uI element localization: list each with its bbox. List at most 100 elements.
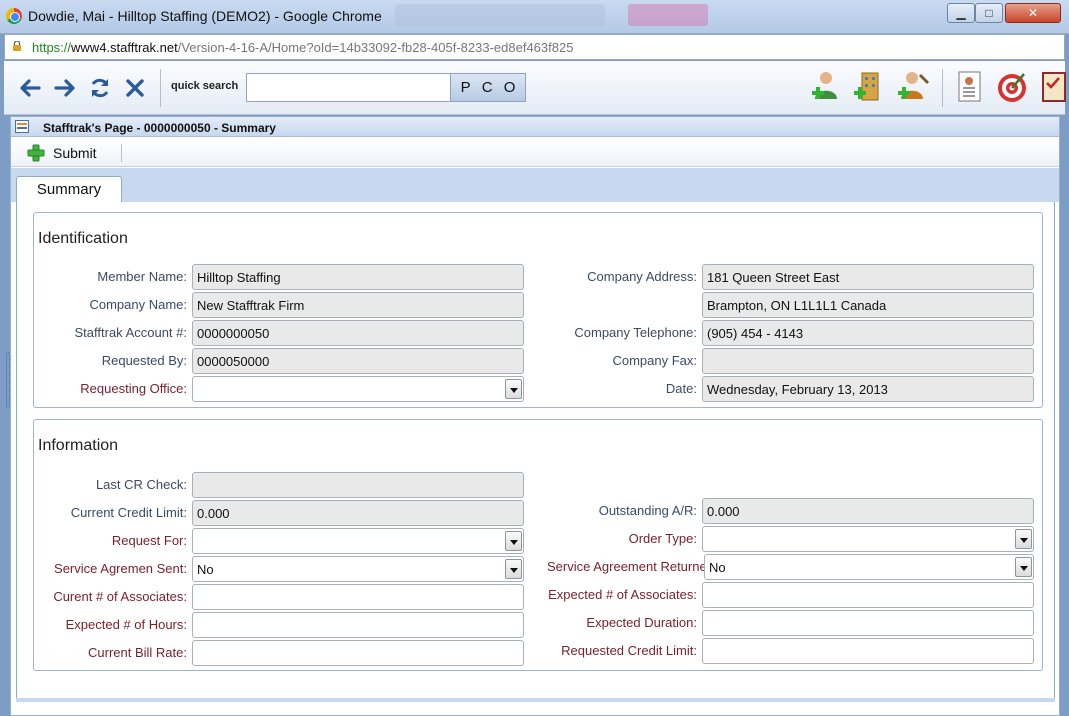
chevron-down-icon[interactable] xyxy=(1015,529,1032,549)
submit-button[interactable]: Submit xyxy=(27,142,97,164)
url-scheme: https:// xyxy=(32,40,72,55)
quick-search-label: quick search xyxy=(171,80,239,92)
company-address-label: Company Address: xyxy=(587,269,697,284)
address-bar[interactable]: https://www4.stafftrak.net/Version-4-16-… xyxy=(4,34,1065,60)
account-label: Stafftrak Account #: xyxy=(74,325,188,340)
expected-associates-label: Expected # of Associates: xyxy=(548,587,697,602)
member-name-row: Member Name: Hilltop Staffing Company Ad… xyxy=(34,264,1042,290)
order-type-select[interactable] xyxy=(702,526,1034,552)
background-window-tab xyxy=(395,4,605,26)
company-name-field[interactable]: New Stafftrak Firm xyxy=(192,292,524,318)
command-separator xyxy=(121,144,122,162)
member-name-label: Member Name: xyxy=(97,269,187,284)
page-title: Stafftrak's Page - 0000000050 - Summary xyxy=(43,121,276,135)
quick-search-input[interactable] xyxy=(246,73,452,102)
tab-body: Identification Member Name: Hilltop Staf… xyxy=(16,202,1055,698)
expected-duration-input[interactable] xyxy=(702,610,1034,636)
requested-credit-limit-input[interactable] xyxy=(702,638,1034,664)
url-text[interactable]: https://www4.stafftrak.net/Version-4-16-… xyxy=(32,40,573,55)
resize-handle[interactable] xyxy=(6,352,10,408)
company-fax-label: Company Fax: xyxy=(612,353,697,368)
add-worker-icon[interactable] xyxy=(894,69,930,105)
page-frame: Stafftrak's Page - 0000000050 - Summary … xyxy=(10,116,1060,716)
tab-summary[interactable]: Summary xyxy=(16,176,122,203)
company-telephone-field[interactable]: (905) 454 - 4143 xyxy=(702,320,1034,346)
url-host: www4.stafftrak.net xyxy=(71,40,178,55)
expected-associates-row: Expected # of Associates: xyxy=(34,582,1042,608)
page-header: Stafftrak's Page - 0000000050 - Summary xyxy=(11,117,1059,137)
quick-search-p-button[interactable]: P xyxy=(461,79,471,96)
expected-duration-label: Expected Duration: xyxy=(586,615,697,630)
plus-icon xyxy=(27,144,45,162)
requested-by-label: Requested By: xyxy=(101,353,187,368)
outstanding-ar-label: Outstanding A/R: xyxy=(598,503,697,518)
command-bar: Submit xyxy=(11,138,1059,167)
company-telephone-label: Company Telephone: xyxy=(574,325,697,340)
company-address-line2-field[interactable]: Brampton, ON L1L1L1 Canada xyxy=(702,292,1034,318)
date-field[interactable]: Wednesday, February 13, 2013 xyxy=(702,376,1034,402)
forward-arrow-icon[interactable] xyxy=(52,76,78,100)
requesting-office-select[interactable] xyxy=(192,376,524,402)
date-label: Date: xyxy=(665,381,697,396)
toolbar-separator xyxy=(160,69,161,107)
refresh-icon[interactable] xyxy=(87,76,113,100)
requested-credit-limit-row: Requested Credit Limit: xyxy=(34,638,1042,664)
account-field[interactable]: 0000000050 xyxy=(192,320,524,346)
outstanding-ar-row: Outstanding A/R: 0.000 xyxy=(34,498,1042,524)
add-building-icon[interactable] xyxy=(850,69,886,105)
page-icon xyxy=(15,120,29,133)
outstanding-ar-field[interactable]: 0.000 xyxy=(702,498,1034,524)
account-row: Stafftrak Account #: 0000000050 Company … xyxy=(34,320,1042,346)
window-titlebar: Dowdie, Mai - Hilltop Staffing (DEMO2) -… xyxy=(0,0,1069,34)
chevron-down-icon[interactable] xyxy=(1015,557,1032,577)
service-agreement-returned-select[interactable]: No xyxy=(704,554,1034,580)
tab-strip: Summary xyxy=(11,168,1059,203)
member-name-field[interactable]: Hilltop Staffing xyxy=(192,264,524,290)
last-cr-check-field[interactable] xyxy=(192,472,524,498)
identification-section: Identification Member Name: Hilltop Staf… xyxy=(33,212,1043,408)
information-section: Information Last CR Check: Current Credi… xyxy=(33,419,1043,671)
identification-title: Identification xyxy=(38,230,128,247)
target-icon[interactable] xyxy=(994,69,1030,105)
quick-search-buttons: P C O xyxy=(450,73,526,102)
last-cr-check-row: Last CR Check: xyxy=(34,472,1042,498)
quick-search-c-button[interactable]: C xyxy=(482,79,493,96)
order-type-row: Order Type: xyxy=(34,526,1042,552)
company-address-line1-field[interactable]: 181 Queen Street East xyxy=(702,264,1034,290)
add-person-icon[interactable] xyxy=(808,69,844,105)
requested-credit-limit-label: Requested Credit Limit: xyxy=(561,643,697,658)
submit-label: Submit xyxy=(53,145,97,161)
chevron-down-icon[interactable] xyxy=(505,379,522,399)
lock-icon xyxy=(13,41,21,51)
window-title: Dowdie, Mai - Hilltop Staffing (DEMO2) -… xyxy=(28,8,382,24)
quick-search-o-button[interactable]: O xyxy=(504,79,516,96)
expected-associates-input[interactable] xyxy=(702,582,1034,608)
stop-icon[interactable] xyxy=(122,76,148,100)
maximize-button[interactable]: □ xyxy=(975,3,1003,23)
requested-by-row: Requested By: 0000050000 Company Fax: xyxy=(34,348,1042,374)
app-toolbar: quick search P C O xyxy=(4,61,1066,115)
checklist-icon[interactable] xyxy=(1037,69,1069,105)
service-agreement-returned-label: Service Agreement Returne xyxy=(547,559,704,574)
service-agreement-returned-row: Service Agreement Returne No xyxy=(34,554,1042,580)
minimize-button[interactable]: ▁ xyxy=(947,3,975,23)
service-agreement-returned-value: No xyxy=(709,560,726,575)
requested-by-field[interactable]: 0000050000 xyxy=(192,348,524,374)
tab-footer xyxy=(16,698,1055,702)
company-name-label: Company Name: xyxy=(89,297,187,312)
toolbar-separator-2 xyxy=(942,69,943,107)
close-window-button[interactable]: ✕ xyxy=(1005,3,1061,23)
company-name-row: Company Name: New Stafftrak Firm Brampto… xyxy=(34,292,1042,318)
company-fax-field[interactable] xyxy=(702,348,1034,374)
document-person-icon[interactable] xyxy=(951,69,987,105)
background-window-tab-2 xyxy=(628,4,708,26)
requesting-office-row: Requesting Office: Date: Wednesday, Febr… xyxy=(34,376,1042,402)
url-path: /Version-4-16-A/Home?oId=14b33092-fb28-4… xyxy=(177,40,574,55)
chrome-logo-icon xyxy=(6,8,22,24)
last-cr-check-label: Last CR Check: xyxy=(95,477,187,492)
information-title: Information xyxy=(38,437,119,454)
requesting-office-label: Requesting Office: xyxy=(80,381,187,396)
order-type-label: Order Type: xyxy=(628,531,697,546)
expected-duration-row: Expected Duration: xyxy=(34,610,1042,636)
back-arrow-icon[interactable] xyxy=(17,76,43,100)
